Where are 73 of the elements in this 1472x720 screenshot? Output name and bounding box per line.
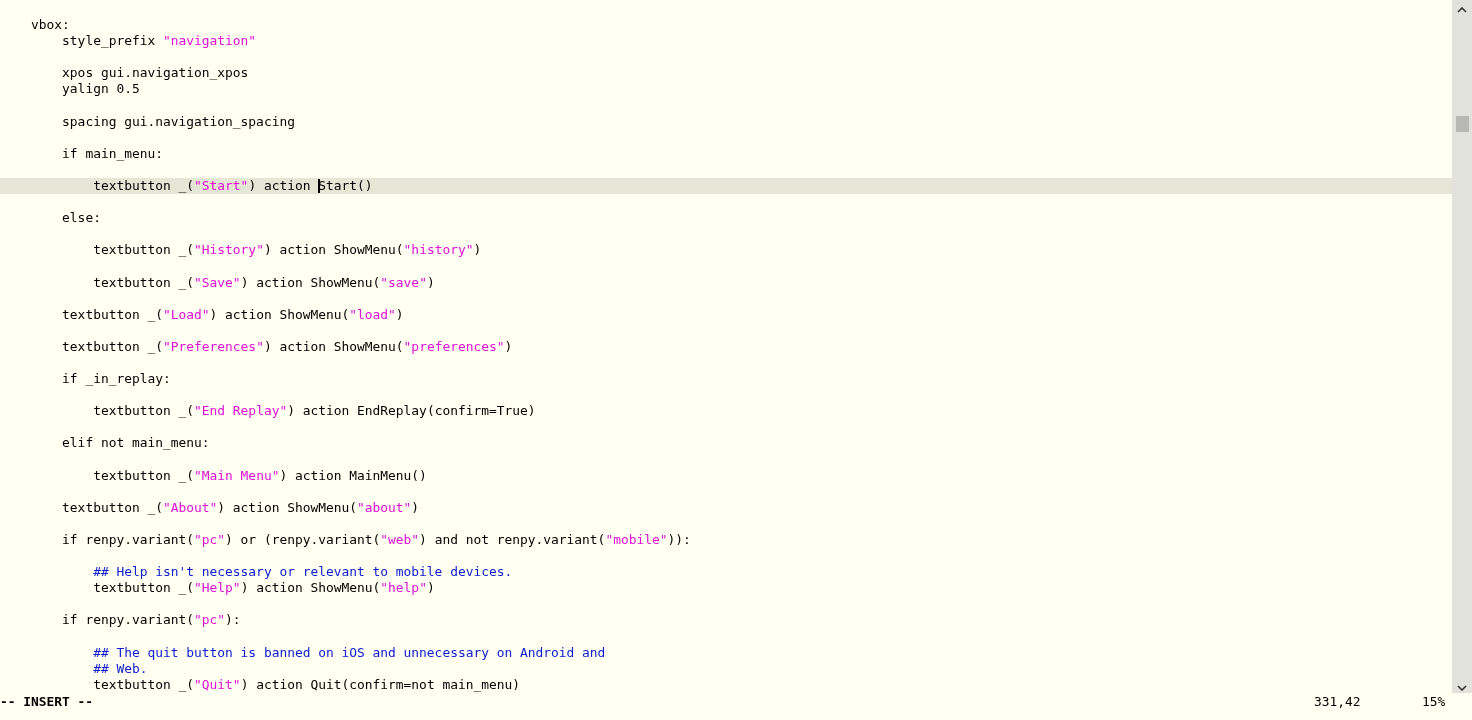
scroll-up-icon[interactable] <box>1457 7 1467 13</box>
string-literal: "End Replay" <box>194 403 288 420</box>
code-text: ) and not renpy.variant( <box>419 532 606 549</box>
code-text: ) <box>411 499 420 516</box>
code-text: ) action ShowMenu( <box>263 338 404 355</box>
code-text: Start() <box>318 177 373 195</box>
code-text: ) <box>473 242 482 259</box>
code-text: if renpy.variant( <box>62 532 195 549</box>
string-literal: "Preferences" <box>163 338 264 355</box>
code-text: textbutton _( <box>93 242 195 259</box>
code-text: ) <box>395 306 404 323</box>
string-literal: "Quit" <box>194 676 241 693</box>
code-text: vbox: <box>31 17 70 34</box>
code-text: style_prefix <box>62 33 157 50</box>
string-literal: "pc" <box>194 612 226 629</box>
code-text: textbutton _( <box>93 467 195 484</box>
string-literal: "Help" <box>194 580 241 597</box>
string-literal: "history" <box>403 242 474 259</box>
code-text: )): <box>667 532 691 549</box>
code-text: textbutton _( <box>93 274 195 291</box>
string-literal: "help" <box>380 580 427 597</box>
code-text: ) action MainMenu() <box>279 467 427 484</box>
code-text: else: <box>62 210 101 227</box>
code-text: ) action ShowMenu( <box>240 580 381 597</box>
code-text: ) <box>426 274 435 291</box>
string-literal: "navigation" <box>163 33 257 50</box>
string-literal: "save" <box>380 274 427 291</box>
code-text: if main_menu: <box>62 145 163 162</box>
code-text: textbutton _( <box>93 676 195 693</box>
code-text: ) <box>504 338 513 355</box>
code-text: textbutton _( <box>93 403 195 420</box>
code-text: ) action ShowMenu( <box>209 306 350 323</box>
string-literal: "pc" <box>194 532 226 549</box>
string-literal: "mobile" <box>605 532 668 549</box>
code-text: ) action ShowMenu( <box>217 499 358 516</box>
comment-text: ## The quit button is banned on iOS and unnecessary on Android and <box>93 644 606 661</box>
code-text: yalign 0.5 <box>62 81 140 98</box>
code-text: spacing gui.navigation_spacing <box>62 113 295 130</box>
code-text: ) action Quit(confirm=not main_menu) <box>240 676 520 693</box>
code-text: ) action ShowMenu( <box>240 274 381 291</box>
scroll-percent: 15% <box>1422 694 1447 709</box>
string-literal: "load" <box>349 306 396 323</box>
code-text: elif not main_menu: <box>62 435 210 452</box>
code-text: ) <box>426 580 435 597</box>
code-text: ) action <box>248 177 312 195</box>
string-literal: "History" <box>194 242 264 259</box>
code-text: textbutton _( <box>93 580 195 597</box>
code-text: ) or (renpy.variant( <box>225 532 381 549</box>
string-literal: "Load" <box>163 306 210 323</box>
cursor-position: 331,42 <box>1314 694 1362 709</box>
string-literal: "Start" <box>194 177 249 195</box>
code-text: textbutton _( <box>93 177 195 195</box>
string-literal: "about" <box>357 499 412 516</box>
code-text: textbutton _( <box>62 499 163 516</box>
code-text: xpos gui.navigation_xpos <box>62 65 249 82</box>
code-text: if renpy.variant( <box>62 612 195 629</box>
code-text: ): <box>225 612 241 629</box>
code-text: ) action ShowMenu( <box>263 242 404 259</box>
code-text: if _in_replay: <box>62 371 171 388</box>
code-text: textbutton _( <box>62 338 163 355</box>
scrollbar[interactable] <box>1452 0 1472 693</box>
string-literal: "web" <box>380 532 420 549</box>
scrollbar-thumb[interactable] <box>1455 116 1469 132</box>
string-literal: "Main Menu" <box>194 467 280 484</box>
scroll-down-icon[interactable] <box>1457 685 1467 691</box>
string-literal: "About" <box>163 499 218 516</box>
string-literal: "Save" <box>194 274 241 291</box>
comment-text: ## Web. <box>93 660 148 677</box>
code-text: ) action EndReplay(confirm=True) <box>287 403 536 420</box>
mode-indicator: -- INSERT -- <box>0 694 94 709</box>
code-text: textbutton _( <box>62 306 163 323</box>
comment-text: ## Help isn't necessary or relevant to mobile devices. <box>93 564 513 581</box>
string-literal: "preferences" <box>403 338 505 355</box>
